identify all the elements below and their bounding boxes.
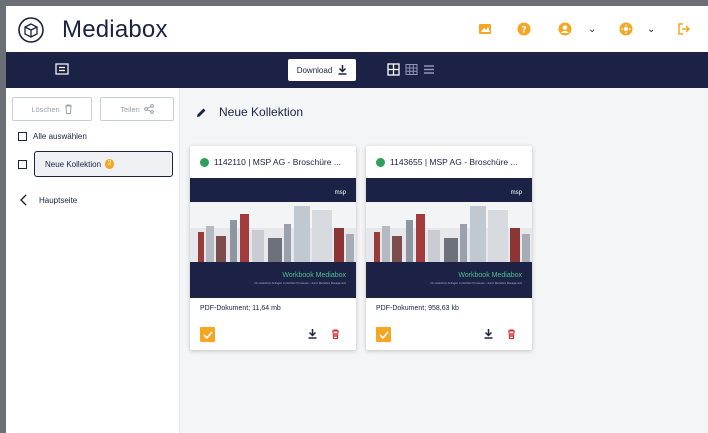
check-icon xyxy=(202,330,213,339)
share-button[interactable]: Teilen xyxy=(100,97,174,121)
pencil-icon[interactable] xyxy=(196,107,207,118)
box-logo-icon xyxy=(18,17,44,43)
back-label: Hauptseite xyxy=(39,195,78,205)
settings-chevron-down-icon[interactable]: ⌄ xyxy=(647,24,655,35)
share-icon xyxy=(143,104,154,114)
select-all-checkbox[interactable] xyxy=(18,132,27,141)
delete-label: Löschen xyxy=(31,104,60,114)
image-icon[interactable] xyxy=(478,22,492,36)
asset-card[interactable]: 1143655 | MSP AG - Broschüre ... msp Wor… xyxy=(366,146,532,350)
thumb-brand: msp xyxy=(511,190,523,196)
thumb-brand: msp xyxy=(335,190,347,196)
download-label: Download xyxy=(296,65,333,75)
card-header: 1142110 | MSP AG - Broschüre ... xyxy=(200,157,341,167)
collection-row: Neue Kollektion 2 xyxy=(18,151,173,177)
share-label: Teilen xyxy=(120,104,140,114)
collection-checkbox[interactable] xyxy=(18,159,27,169)
logout-icon[interactable] xyxy=(677,22,691,36)
card-header: 1143655 | MSP AG - Broschüre ... xyxy=(376,157,518,167)
app-title: Mediabox xyxy=(62,16,168,43)
download-icon[interactable] xyxy=(484,329,493,339)
help-icon[interactable]: ? xyxy=(517,22,531,36)
card-checkbox[interactable] xyxy=(376,327,391,342)
card-file-info: PDF-Dokument; 11,64 mb xyxy=(200,305,281,312)
thumb-subtitle: Von statischen Anfragen zu flexiblen Pro… xyxy=(430,281,522,285)
collection-count-badge: 2 xyxy=(105,159,115,169)
asset-card[interactable]: 1142110 | MSP AG - Broschüre ... msp Wor… xyxy=(190,146,356,350)
thumb-title: Workbook Mediabox xyxy=(282,272,346,279)
thumb-title: Workbook Mediabox xyxy=(458,272,522,279)
settings-icon[interactable] xyxy=(619,22,633,36)
download-button[interactable]: Download xyxy=(288,59,356,81)
document-thumbnail[interactable]: msp Workbook Mediabox Von statischen Anf… xyxy=(366,178,532,298)
download-icon[interactable] xyxy=(308,329,317,339)
document-thumbnail[interactable]: msp Workbook Mediabox Von statischen Anf… xyxy=(190,178,356,298)
large-grid-icon[interactable] xyxy=(387,63,400,76)
chevron-left-icon xyxy=(20,194,27,206)
panel-toggle-icon[interactable] xyxy=(55,63,69,75)
trash-icon[interactable] xyxy=(507,329,516,339)
card-title: 1143655 | MSP AG - Broschüre ... xyxy=(390,157,518,167)
select-all-row[interactable]: Alle auswählen xyxy=(18,132,87,141)
list-icon[interactable] xyxy=(423,63,435,76)
sidebar: Löschen Teilen Alle auswählen Neue Kolle… xyxy=(6,88,180,433)
sidebar-item-collection[interactable]: Neue Kollektion 2 xyxy=(34,151,173,177)
user-icon[interactable] xyxy=(558,22,572,36)
thumb-subtitle: Von statischen Anfragen zu flexiblen Pro… xyxy=(254,281,346,285)
delete-button[interactable]: Löschen xyxy=(12,97,92,121)
small-grid-icon[interactable] xyxy=(405,63,418,76)
download-icon xyxy=(338,65,347,75)
main-toolbar: Download xyxy=(6,52,708,88)
top-header: Mediabox ? ⌄ ⌄ xyxy=(6,6,708,52)
card-checkbox[interactable] xyxy=(200,327,215,342)
back-to-main-link[interactable]: Hauptseite xyxy=(20,194,77,206)
page-title: Neue Kollektion xyxy=(219,105,304,119)
check-icon xyxy=(378,330,389,339)
main-content: Neue Kollektion 1142110 | MSP AG - Brosc… xyxy=(180,88,708,433)
trash-icon[interactable] xyxy=(331,329,340,339)
card-file-info: PDF-Dokument; 958,63 kb xyxy=(376,305,459,312)
user-chevron-down-icon[interactable]: ⌄ xyxy=(588,24,596,35)
select-all-label: Alle auswählen xyxy=(33,132,87,141)
card-title: 1142110 | MSP AG - Broschüre ... xyxy=(214,157,341,167)
svg-text:?: ? xyxy=(521,26,526,36)
collection-title-row: Neue Kollektion xyxy=(196,105,303,119)
collection-label: Neue Kollektion xyxy=(45,159,102,169)
app-window: Mediabox ? ⌄ ⌄ Download Löschen Teilen A… xyxy=(0,0,708,433)
status-dot-icon xyxy=(376,157,385,167)
trash-icon xyxy=(64,104,72,114)
status-dot-icon xyxy=(200,157,209,167)
